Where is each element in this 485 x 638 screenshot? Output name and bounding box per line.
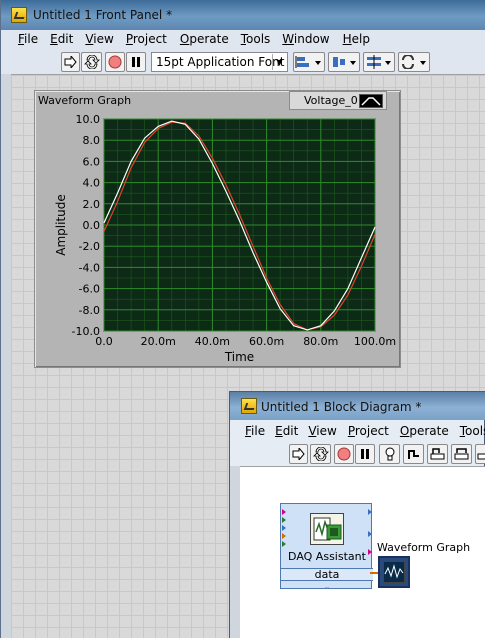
input-terminal[interactable] xyxy=(282,541,286,547)
y-tick-label: -4.0 xyxy=(79,261,100,274)
bd-run-arrow-button[interactable] xyxy=(289,444,308,464)
abort-stop-icon xyxy=(337,447,351,461)
block-diagram-menubar: File Edit View Project Operate Tools xyxy=(245,424,485,438)
menu-item-file[interactable]: File xyxy=(245,424,265,438)
y-tick-label: -8.0 xyxy=(79,304,100,317)
menu-item-tools[interactable]: Tools xyxy=(460,424,485,438)
output-terminal[interactable] xyxy=(368,531,372,537)
y-tick-label: -10.0 xyxy=(72,325,100,338)
menu-item-operate[interactable]: Operate xyxy=(400,424,449,438)
output-terminal[interactable] xyxy=(368,509,372,515)
block-diagram-titlebar[interactable]: Untitled 1 Block Diagram * xyxy=(230,392,485,420)
retain-wire-values-button[interactable] xyxy=(403,444,424,464)
bd-run-continuously-button[interactable] xyxy=(310,444,331,464)
menu-item-view[interactable]: View xyxy=(308,424,336,438)
waveform-graph-terminal-label: Waveform Graph xyxy=(377,541,471,554)
bd-abort-button[interactable] xyxy=(334,444,354,464)
daq-assistant-node[interactable]: DAQ Assistant data ⌄ xyxy=(280,503,373,591)
input-terminal[interactable] xyxy=(282,533,286,539)
step-out-button[interactable] xyxy=(475,444,485,464)
y-tick-label: -6.0 xyxy=(79,283,100,296)
labview-app-icon xyxy=(241,398,257,414)
run-arrow-icon xyxy=(292,448,305,460)
input-terminal[interactable] xyxy=(282,517,286,523)
block-diagram-left-margin xyxy=(230,466,240,638)
x-tick-label: 80.0m xyxy=(303,335,338,348)
bd-pause-button[interactable] xyxy=(355,444,375,464)
expand-chevron-icon[interactable]: ⌄ xyxy=(281,582,373,591)
y-axis-label: Amplitude xyxy=(54,194,68,256)
y-tick-label: 6.0 xyxy=(83,155,101,168)
pause-icon xyxy=(361,449,369,459)
waveform-graph-terminal-icon xyxy=(383,561,405,583)
waveform-graph-terminal[interactable] xyxy=(378,556,410,588)
retain-wire-values-icon xyxy=(407,450,419,459)
y-tick-label: -2.0 xyxy=(79,240,100,253)
input-terminal[interactable] xyxy=(282,525,286,531)
daq-data-output[interactable]: data xyxy=(281,568,373,581)
step-into-icon xyxy=(430,448,445,460)
y-tick-label: 4.0 xyxy=(83,177,101,190)
daq-assistant-label: DAQ Assistant xyxy=(288,550,366,563)
x-tick-label: 40.0m xyxy=(195,335,230,348)
block-diagram-title: Untitled 1 Block Diagram * xyxy=(261,400,422,414)
step-out-icon xyxy=(477,453,485,460)
highlight-execution-button[interactable] xyxy=(379,444,400,464)
lightbulb-icon xyxy=(385,447,394,461)
x-tick-label: 100.0m xyxy=(354,335,396,348)
step-into-button[interactable] xyxy=(427,444,448,464)
x-tick-label: 60.0m xyxy=(249,335,284,348)
y-tick-label: 10.0 xyxy=(76,113,101,126)
run-continuously-icon xyxy=(312,447,329,461)
step-over-icon xyxy=(454,448,469,460)
menu-item-project[interactable]: Project xyxy=(348,424,389,438)
step-over-button[interactable] xyxy=(451,444,472,464)
y-tick-label: 2.0 xyxy=(83,198,101,211)
x-tick-label: 20.0m xyxy=(141,335,176,348)
x-axis-label: Time xyxy=(224,350,254,364)
menu-item-edit[interactable]: Edit xyxy=(275,424,298,438)
input-terminal[interactable] xyxy=(282,509,286,515)
y-tick-label: 8.0 xyxy=(83,134,101,147)
y-tick-label: 0.0 xyxy=(83,219,101,232)
daq-assistant-icon xyxy=(310,513,344,545)
